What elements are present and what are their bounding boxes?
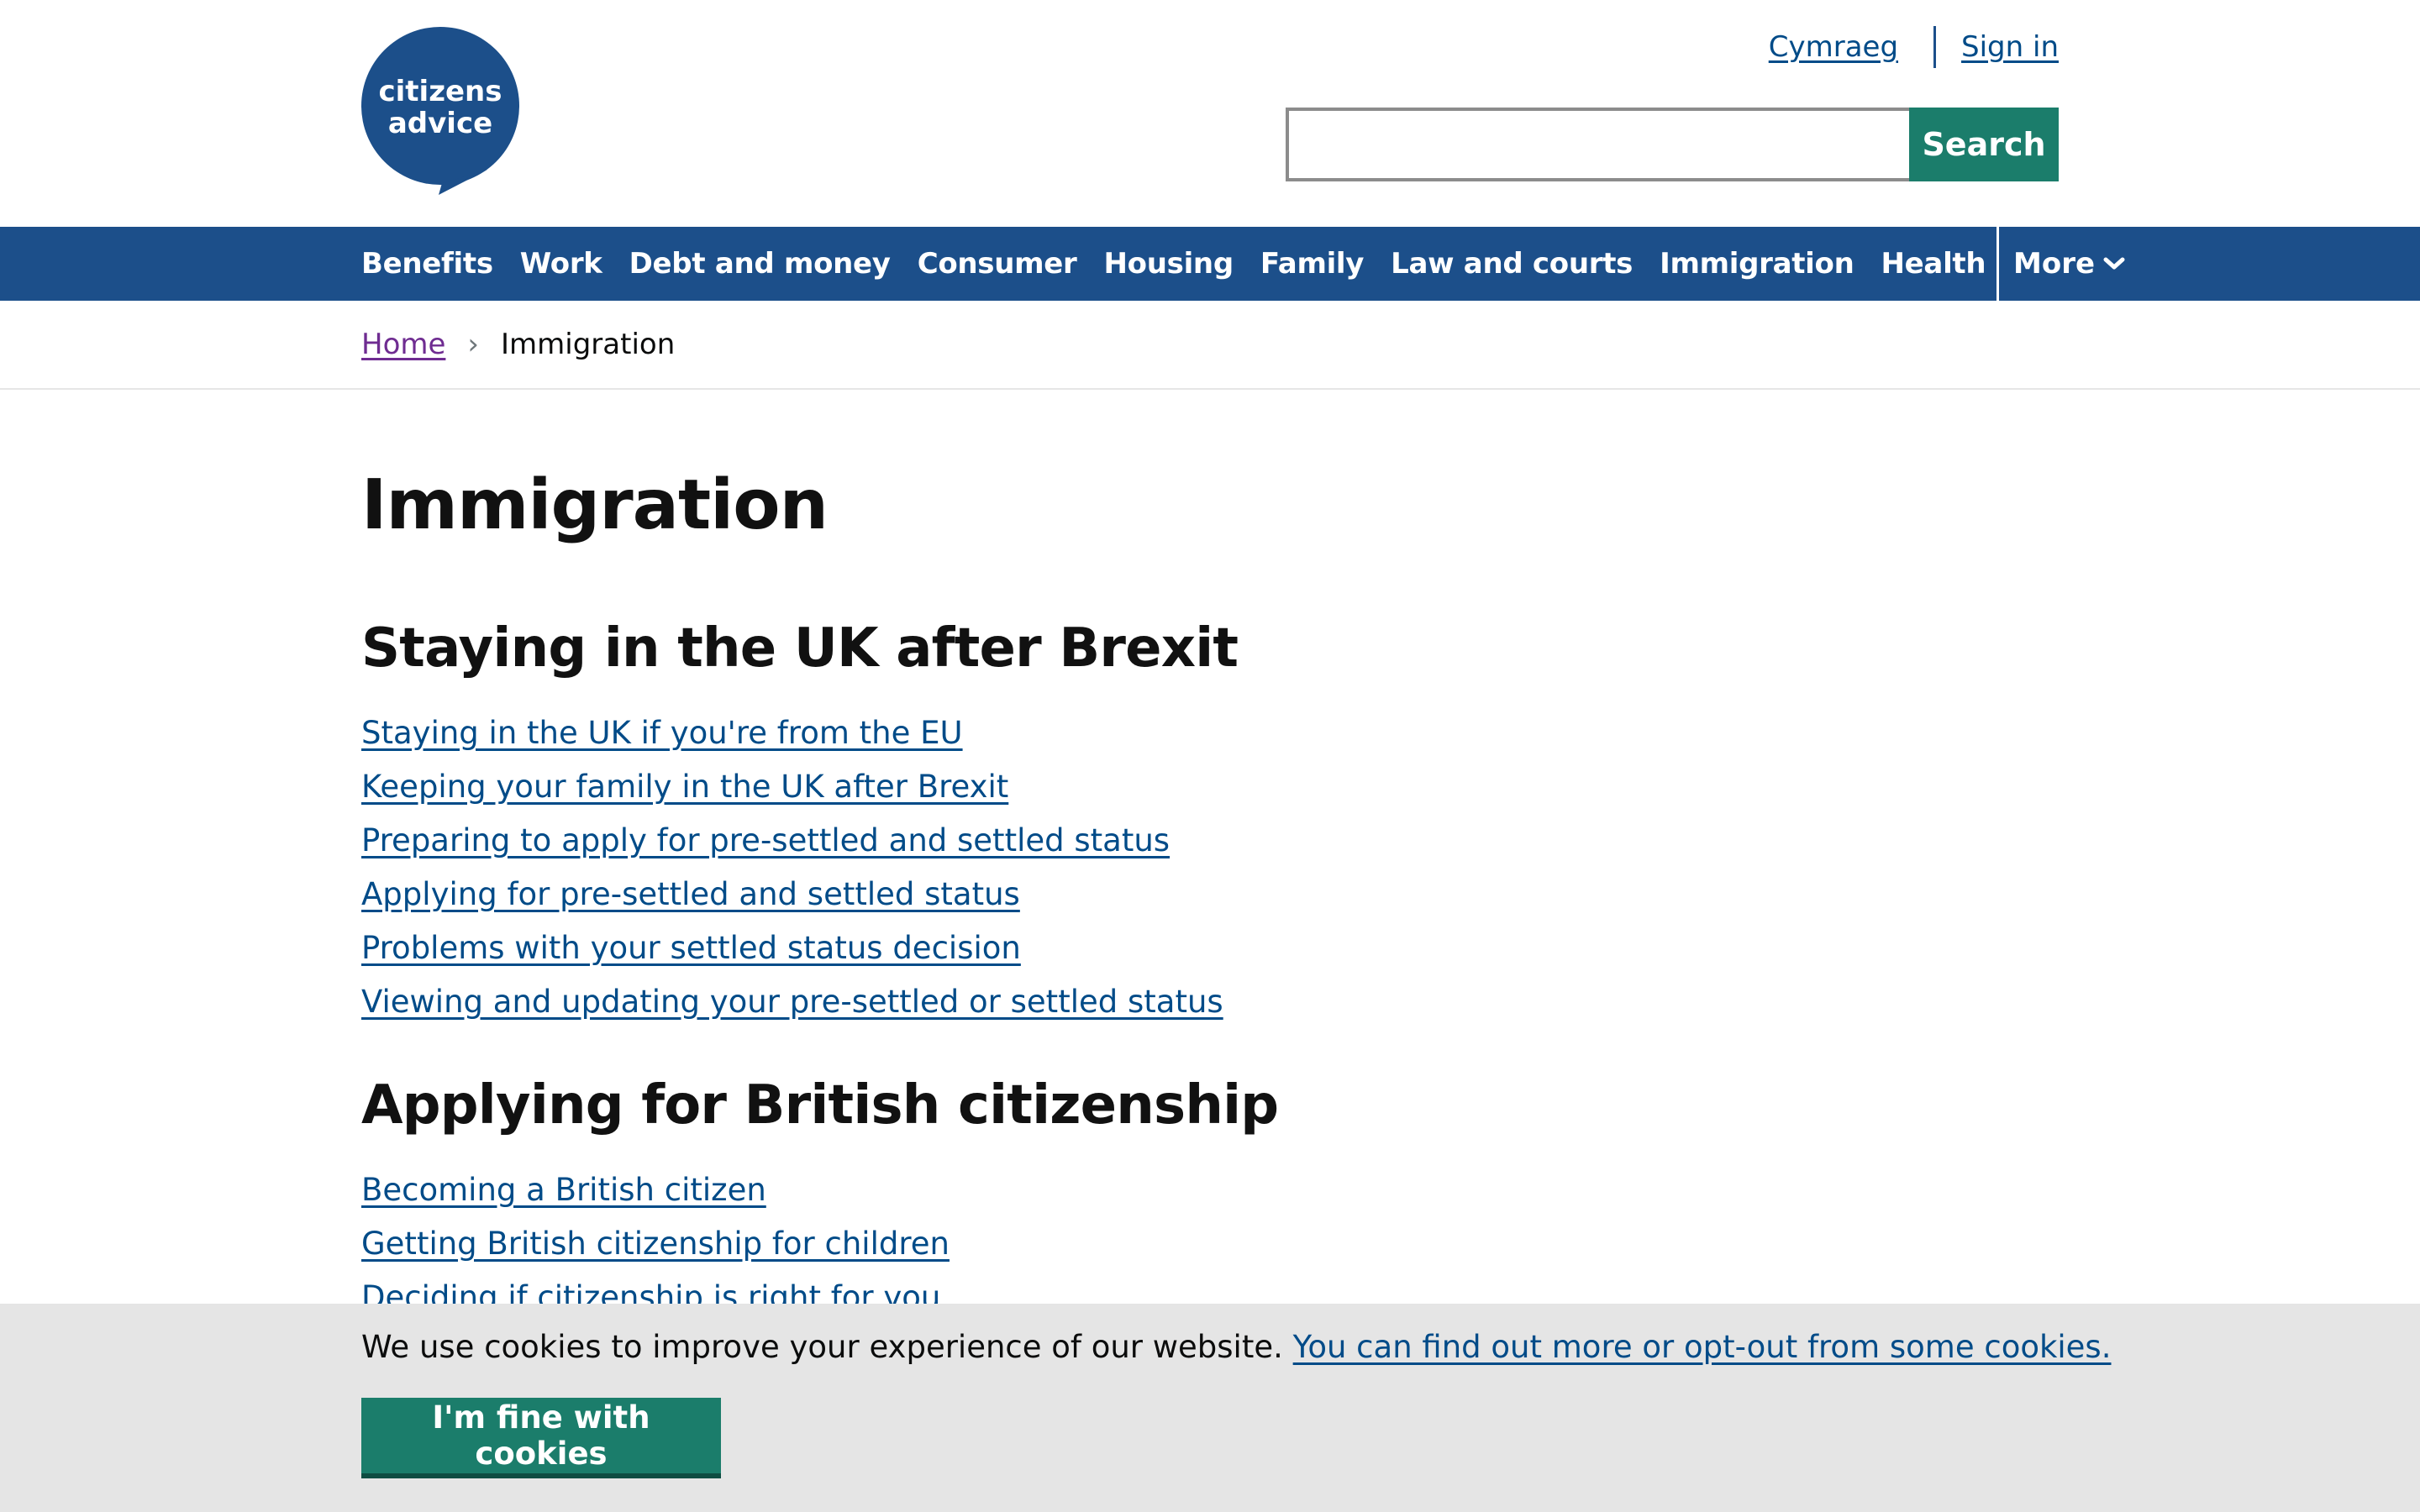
nav-item-housing[interactable]: Housing — [1104, 247, 1234, 281]
nav-item-law-and-courts[interactable]: Law and courts — [1391, 247, 1633, 281]
breadcrumb-chevron-icon: › — [467, 328, 480, 361]
logo-text-line2: advice — [388, 107, 492, 140]
nav-item-family[interactable]: Family — [1260, 247, 1365, 281]
logo-speech-bubble-icon: citizens advice — [361, 27, 519, 195]
main-navigation: Benefits Work Debt and money Consumer Ho… — [0, 227, 2420, 301]
nav-item-immigration[interactable]: Immigration — [1660, 247, 1854, 281]
page-title: Immigration — [361, 465, 829, 545]
breadcrumb-current: Immigration — [501, 328, 676, 361]
list-item: Viewing and updating your pre-settled or… — [361, 975, 1223, 1029]
topic-link[interactable]: Keeping your family in the UK after Brex… — [361, 769, 1008, 805]
utility-links: Cymraeg Sign in — [1769, 25, 2059, 69]
breadcrumb: Home › Immigration — [361, 319, 675, 370]
list-item: Preparing to apply for pre-settled and s… — [361, 814, 1223, 868]
citizens-advice-logo[interactable]: citizens advice — [361, 27, 519, 195]
list-item: Becoming a British citizen — [361, 1163, 950, 1217]
nav-item-work[interactable]: Work — [520, 247, 602, 281]
breadcrumb-home-link[interactable]: Home — [361, 328, 445, 361]
cookie-banner: We use cookies to improve your experienc… — [0, 1304, 2420, 1512]
brexit-link-list: Staying in the UK if you're from the EU … — [361, 706, 1223, 1029]
cookie-message: We use cookies to improve your experienc… — [361, 1329, 2111, 1365]
citizenship-link-list: Becoming a British citizen Getting Briti… — [361, 1163, 950, 1325]
list-item: Getting British citizenship for children — [361, 1217, 950, 1271]
topic-link[interactable]: Becoming a British citizen — [361, 1172, 766, 1208]
topic-link[interactable]: Getting British citizenship for children — [361, 1226, 950, 1262]
accept-cookies-button[interactable]: I'm fine with cookies — [361, 1398, 721, 1478]
topic-link[interactable]: Staying in the UK if you're from the EU — [361, 715, 963, 751]
section-heading-brexit: Staying in the UK after Brexit — [361, 617, 1239, 680]
cookie-message-text: We use cookies to improve your experienc… — [361, 1329, 1283, 1365]
nav-item-benefits[interactable]: Benefits — [361, 247, 493, 281]
chevron-down-icon — [2103, 257, 2125, 270]
sign-in-link[interactable]: Sign in — [1961, 30, 2059, 64]
logo-text-line1: citizens — [378, 75, 502, 108]
topic-link[interactable]: Applying for pre-settled and settled sta… — [361, 876, 1020, 912]
topic-link[interactable]: Problems with your settled status decisi… — [361, 930, 1021, 966]
nav-item-debt-and-money[interactable]: Debt and money — [629, 247, 891, 281]
list-item: Applying for pre-settled and settled sta… — [361, 868, 1223, 921]
nav-item-health[interactable]: Health — [1881, 247, 1986, 281]
topic-link[interactable]: Viewing and updating your pre-settled or… — [361, 984, 1223, 1020]
site-header: citizens advice Cymraeg Sign in Search — [0, 0, 2420, 227]
section-heading-citizenship: Applying for British citizenship — [361, 1074, 1279, 1137]
search-button[interactable]: Search — [1909, 108, 2059, 181]
topic-link[interactable]: Preparing to apply for pre-settled and s… — [361, 822, 1170, 858]
utility-divider — [1933, 26, 1937, 68]
nav-more-button[interactable]: More — [2013, 227, 2125, 301]
search-input[interactable] — [1286, 108, 1909, 181]
list-item: Problems with your settled status decisi… — [361, 921, 1223, 975]
cookie-info-link[interactable]: You can find out more or opt-out from so… — [1293, 1329, 2112, 1365]
search-form: Search — [1286, 108, 2059, 181]
list-item: Keeping your family in the UK after Brex… — [361, 760, 1223, 814]
nav-more-divider — [1996, 227, 1999, 301]
welsh-language-link[interactable]: Cymraeg — [1769, 30, 1898, 64]
list-item: Staying in the UK if you're from the EU — [361, 706, 1223, 760]
nav-more-label: More — [2013, 247, 2096, 281]
breadcrumb-divider — [0, 388, 2420, 390]
nav-item-consumer[interactable]: Consumer — [918, 247, 1077, 281]
